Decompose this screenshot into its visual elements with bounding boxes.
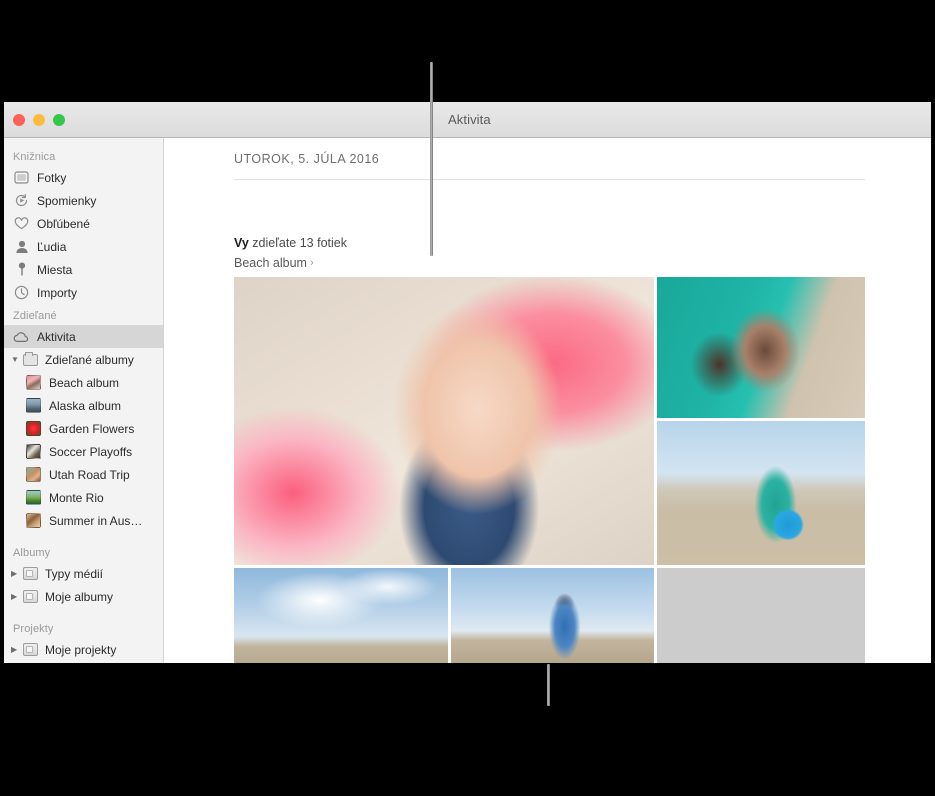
window-title: Aktivita [448, 112, 491, 127]
header-divider [234, 179, 865, 180]
sidebar-group-library: Knižnica [4, 145, 163, 166]
minimize-button[interactable] [33, 114, 45, 126]
sidebar-item-label: Importy [37, 287, 77, 299]
sidebar-item-typy-medii[interactable]: ▶ Typy médií [4, 562, 163, 585]
album-thumbnail [26, 444, 41, 459]
sidebar-item-label: Moje projekty [45, 644, 116, 656]
sidebar-spacer [4, 532, 163, 541]
sidebar-item-soccer-playoffs[interactable]: Soccer Playoffs [4, 440, 163, 463]
close-button[interactable] [13, 114, 25, 126]
traffic-lights [13, 114, 65, 126]
album-thumbnail [26, 421, 41, 436]
sidebar-item-monte-rio[interactable]: Monte Rio [4, 486, 163, 509]
sidebar-item-label: Garden Flowers [49, 423, 134, 435]
sidebar-item-label: Alaska album [49, 400, 121, 412]
photo-girl-with-towel[interactable] [234, 277, 654, 565]
zoom-button[interactable] [53, 114, 65, 126]
sidebar-item-label: Ľudia [37, 241, 66, 253]
sidebar-item-zdielane-albumy[interactable]: ▼ Zdieľané albumy [4, 348, 163, 371]
chevron-right-icon[interactable]: ▶ [11, 592, 21, 601]
share-status-text: Vy zdieľate 13 fotiek [234, 236, 347, 250]
chevron-right-icon[interactable]: ▶ [11, 569, 21, 578]
sidebar-item-summer-in-aus[interactable]: Summer in Aus… [4, 509, 163, 532]
sidebar-item-label: Obľúbené [37, 218, 90, 230]
window-titlebar[interactable]: Aktivita [4, 102, 931, 138]
sidebar-item-ludia[interactable]: Ľudia [4, 235, 163, 258]
photo-beach-sky[interactable] [234, 568, 448, 663]
cloud-icon [13, 329, 30, 345]
memories-icon [13, 193, 30, 209]
album-thumbnail [26, 467, 41, 482]
sidebar-item-label: Utah Road Trip [49, 469, 130, 481]
sidebar-group-shared: Zdieľané [4, 304, 163, 325]
sidebar-item-aktivita[interactable]: Aktivita [4, 325, 163, 348]
sidebar-item-label: Zdieľané albumy [45, 354, 134, 366]
sidebar-item-miesta[interactable]: Miesta [4, 258, 163, 281]
sidebar-item-label: Beach album [49, 377, 119, 389]
photo-grid [234, 277, 865, 663]
screenshot-stage: Aktivita Knižnica Fotky Spomienky [0, 0, 935, 796]
clock-icon [13, 285, 30, 301]
sidebar-item-alaska-album[interactable]: Alaska album [4, 394, 163, 417]
sidebar-item-spomienky[interactable]: Spomienky [4, 189, 163, 212]
sidebar-item-fotky[interactable]: Fotky [4, 166, 163, 189]
sidebar-item-garden-flowers[interactable]: Garden Flowers [4, 417, 163, 440]
chevron-right-icon: › [310, 257, 314, 269]
sidebar-item-label: Summer in Aus… [49, 515, 142, 527]
sidebar-item-label: Typy médií [45, 568, 103, 580]
sidebar-item-label: Miesta [37, 264, 72, 276]
sidebar-group-albums: Albumy [4, 541, 163, 562]
sidebar-item-oblubene[interactable]: Obľúbené [4, 212, 163, 235]
sidebar-item-label: Soccer Playoffs [49, 446, 132, 458]
album-icon [23, 567, 38, 580]
share-author: Vy [234, 236, 249, 250]
chevron-down-icon[interactable]: ▼ [11, 355, 21, 364]
sidebar-item-beach-album[interactable]: Beach album [4, 371, 163, 394]
photo-girl-with-frisbee[interactable] [657, 421, 865, 565]
photo-mother-and-child-tent[interactable] [657, 277, 865, 418]
person-icon [13, 239, 30, 255]
sidebar-item-label: Monte Rio [49, 492, 104, 504]
album-icon [23, 590, 38, 603]
sidebar-item-moje-projekty[interactable]: ▶ Moje projekty [4, 638, 163, 661]
sidebar-group-projects: Projekty [4, 617, 163, 638]
callout-line-top [430, 62, 433, 256]
callout-line-bottom [547, 664, 550, 706]
chevron-right-icon[interactable]: ▶ [11, 645, 21, 654]
pin-icon [13, 262, 30, 278]
photo-boy-on-beach[interactable] [451, 568, 654, 663]
share-description: zdieľate 13 fotiek [249, 236, 347, 250]
sidebar-item-importy[interactable]: Importy [4, 281, 163, 304]
photos-app-window: Aktivita Knižnica Fotky Spomienky [4, 102, 931, 663]
photo-girl-green-jacket[interactable] [657, 568, 865, 663]
sidebar[interactable]: Knižnica Fotky Spomienky Obľúbené [4, 138, 164, 663]
sidebar-item-label: Fotky [37, 172, 66, 184]
album-thumbnail [26, 375, 41, 390]
sidebar-item-label: Spomienky [37, 195, 96, 207]
album-link-label: Beach album [234, 256, 307, 270]
album-link[interactable]: Beach album › [234, 256, 314, 270]
folder-icon [23, 354, 38, 366]
sidebar-item-label: Aktivita [37, 331, 76, 343]
album-thumbnail [26, 398, 41, 413]
album-icon [23, 643, 38, 656]
album-thumbnail [26, 513, 41, 528]
sidebar-item-label: Moje albumy [45, 591, 113, 603]
sidebar-item-utah-road-trip[interactable]: Utah Road Trip [4, 463, 163, 486]
date-header: UTOROK, 5. JÚLA 2016 [234, 152, 379, 166]
activity-content-pane: UTOROK, 5. JÚLA 2016 Vy zdieľate 13 foti… [165, 138, 931, 663]
sidebar-item-moje-albumy[interactable]: ▶ Moje albumy [4, 585, 163, 608]
photos-icon [13, 170, 30, 186]
heart-icon [13, 216, 30, 232]
sidebar-spacer [4, 608, 163, 617]
album-thumbnail [26, 490, 41, 505]
